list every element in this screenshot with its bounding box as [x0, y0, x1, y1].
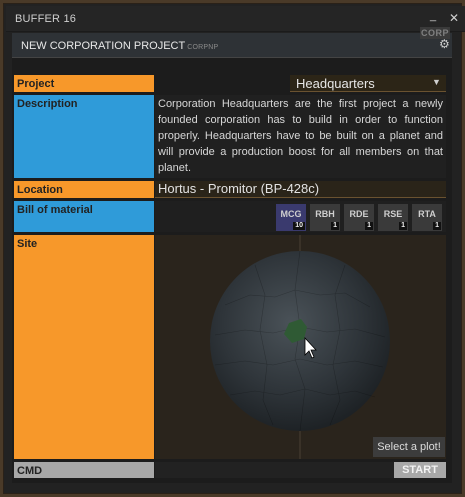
window-title: BUFFER 16 — [15, 13, 77, 25]
panel-code: CORPNP — [187, 44, 219, 51]
material-amount: 1 — [399, 222, 407, 230]
window-titlebar[interactable]: BUFFER 16 _ ✕ — [6, 6, 465, 32]
material-amount: 1 — [365, 222, 373, 230]
material-ticker: RBH — [315, 209, 335, 219]
material-ticker: RDE — [349, 209, 369, 219]
material-ticker: MCG — [280, 209, 302, 219]
panel-header: NEW CORPORATION PROJECT CORPNP ⚙ — [12, 33, 452, 58]
site-label: Site — [14, 235, 154, 459]
material-ticker: RSE — [383, 209, 403, 219]
material-mcg[interactable]: MCG 10 — [276, 204, 306, 231]
panel-title: NEW CORPORATION PROJECT CORPNP — [21, 40, 219, 52]
material-amount: 1 — [331, 222, 339, 230]
material-rse[interactable]: RSE 1 — [378, 204, 408, 231]
material-rde[interactable]: RDE 1 — [344, 204, 374, 231]
site-view[interactable]: Select a plot! — [155, 235, 446, 459]
cmd-label: CMD — [14, 462, 154, 478]
material-rta[interactable]: RTA 1 — [412, 204, 442, 231]
location-value: Hortus - Promitor (BP-428c) — [155, 181, 446, 198]
description-label: Description — [14, 95, 154, 178]
material-rbh[interactable]: RBH 1 — [310, 204, 340, 231]
material-amount: 10 — [293, 222, 305, 230]
project-label: Project — [14, 75, 154, 92]
location-label: Location — [14, 181, 154, 198]
material-ticker: RTA — [418, 209, 436, 219]
corp-tag[interactable]: CORP — [420, 27, 450, 39]
select-plot-hint: Select a plot! — [373, 437, 445, 457]
gear-icon[interactable]: ⚙ — [439, 37, 450, 51]
minimize-icon[interactable]: _ — [430, 10, 436, 22]
project-dropdown[interactable]: Headquarters ▼ — [290, 75, 446, 92]
bill-of-material-label: Bill of material — [14, 201, 154, 232]
project-selected-value: Headquarters — [296, 76, 375, 91]
start-button[interactable]: START — [394, 462, 446, 478]
bill-of-material: MCG 10 RBH 1 RDE 1 RSE 1 RTA 1 — [155, 201, 446, 232]
planet-globe[interactable] — [155, 235, 446, 459]
material-amount: 1 — [433, 222, 441, 230]
close-icon[interactable]: ✕ — [449, 11, 459, 25]
planet-sphere[interactable] — [210, 251, 390, 431]
dropdown-caret-icon: ▼ — [432, 77, 441, 87]
project-description: Corporation Headquarters are the first p… — [155, 95, 446, 178]
